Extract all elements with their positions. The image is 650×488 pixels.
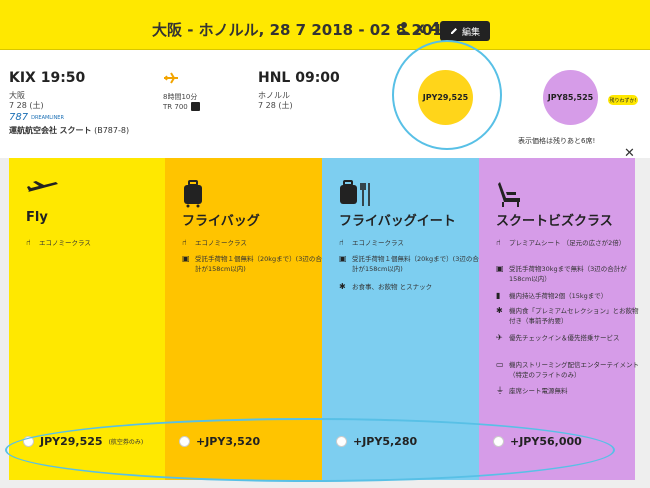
- fare-title: スクートビズクラス: [496, 214, 613, 229]
- priority-icon: ✈: [496, 333, 503, 342]
- aircraft-code: (B787-8): [94, 126, 130, 135]
- limited-seats-badge: 残りわずか!: [608, 95, 638, 105]
- fare-feature: ⑁ エコノミークラス: [26, 238, 91, 247]
- fare-price-circle-economy[interactable]: JPY29,525: [418, 70, 473, 125]
- flight-number: TR 700: [163, 102, 200, 111]
- departure-date: 7 28 (土): [9, 101, 44, 110]
- airplane-icon: [27, 181, 58, 192]
- user-icon: [398, 22, 410, 35]
- search-summary-bar: 大阪 - ホノルル, 28 7 2018 - 02 8 2018 x 4 編集: [0, 0, 650, 50]
- fare-title: Fly: [26, 210, 48, 225]
- fare-feature: ⑁ エコノミークラス: [339, 238, 404, 247]
- fare-feature: ⏚ 座席シート電源無料: [496, 386, 568, 395]
- arrival-date: 7 28 (土): [258, 101, 293, 110]
- fare-feature: ✈ 優先チェックイン＆優先搭乗サービス: [496, 333, 620, 342]
- fare-feature: ▮ 機内持込手荷物2個（15kgまで）: [496, 291, 608, 300]
- tv-icon: ▭: [496, 360, 504, 369]
- highlight-ellipse: [5, 418, 615, 482]
- flight-duration: 8時間10分: [163, 93, 198, 101]
- pencil-icon: [450, 28, 457, 34]
- meal-icon: ✱: [339, 282, 346, 291]
- passenger-count: x 4: [397, 19, 440, 37]
- airplane-icon: [164, 72, 178, 84]
- suitcase-icon: ▣: [339, 254, 347, 263]
- info-icon[interactable]: [190, 102, 200, 111]
- fare-price-circle-business[interactable]: JPY85,525: [543, 70, 598, 125]
- fare-title: フライバッグ: [182, 214, 260, 229]
- aircraft-wordmark: DREAMLINER: [31, 114, 64, 121]
- carry-on-icon: ▮: [496, 291, 501, 300]
- operating-carrier: 運航航空会社 スクート (B787-8): [9, 125, 129, 136]
- fare-feature: ✱ 機内食「プレミアムセレクション」とお飲物付き（事前予約要）: [496, 306, 639, 325]
- arrival-time: HNL 09:00: [258, 70, 340, 86]
- fare-feature: ▣ 受託手荷物１個無料（20kgまで）(3辺の合計が158cm以内): [182, 254, 322, 273]
- fare-feature: ✱ お食事、お飲物 とスナック: [339, 282, 433, 291]
- power-icon: ⏚: [496, 386, 504, 395]
- fare-feature: ⑁ プレミアムシート （足元の広さが2倍）: [496, 238, 626, 247]
- fare-feature: ▣ 受託手荷物１個無料（20kgまで）(3辺の合計が158cm以内): [339, 254, 479, 273]
- suitcase-icon: ▣: [182, 254, 190, 263]
- meal-icon: ✱: [496, 306, 503, 315]
- aircraft-logo: 787 DREAMLINER: [9, 112, 64, 123]
- suitcase-icon: ▣: [496, 264, 504, 273]
- suitcase-meal-icon: [340, 180, 370, 206]
- fare-feature: ⑁ エコノミークラス: [182, 238, 247, 247]
- fare-feature: ▭ 機内ストリーミング配信エンターテイメント（特定のフライトのみ）: [496, 360, 639, 379]
- fare-title: フライバッグイート: [339, 214, 456, 229]
- aircraft-number: 787: [9, 112, 29, 123]
- seat-icon: ⑁: [496, 238, 501, 247]
- seat-icon: [498, 182, 520, 207]
- seat-icon: ⑁: [182, 238, 187, 247]
- passenger-count-label: x 4: [415, 19, 441, 37]
- edit-search-button[interactable]: 編集: [440, 21, 490, 41]
- departure-time: KIX 19:50: [9, 70, 86, 86]
- suitcase-icon: [184, 180, 202, 208]
- carrier-prefix: 運航航空会社: [9, 126, 57, 135]
- fare-feature: ▣ 受託手荷物30kgまで無料（3辺の合計が158cm以内）: [496, 264, 627, 283]
- edit-search-label: 編集: [461, 27, 480, 38]
- remaining-seats-text: 表示価格は残りあと6席!: [518, 137, 596, 145]
- carrier-name: スクート: [59, 126, 92, 135]
- flight-number-label: TR 700: [163, 102, 188, 111]
- seat-icon: ⑁: [26, 238, 31, 247]
- seat-icon: ⑁: [339, 238, 344, 247]
